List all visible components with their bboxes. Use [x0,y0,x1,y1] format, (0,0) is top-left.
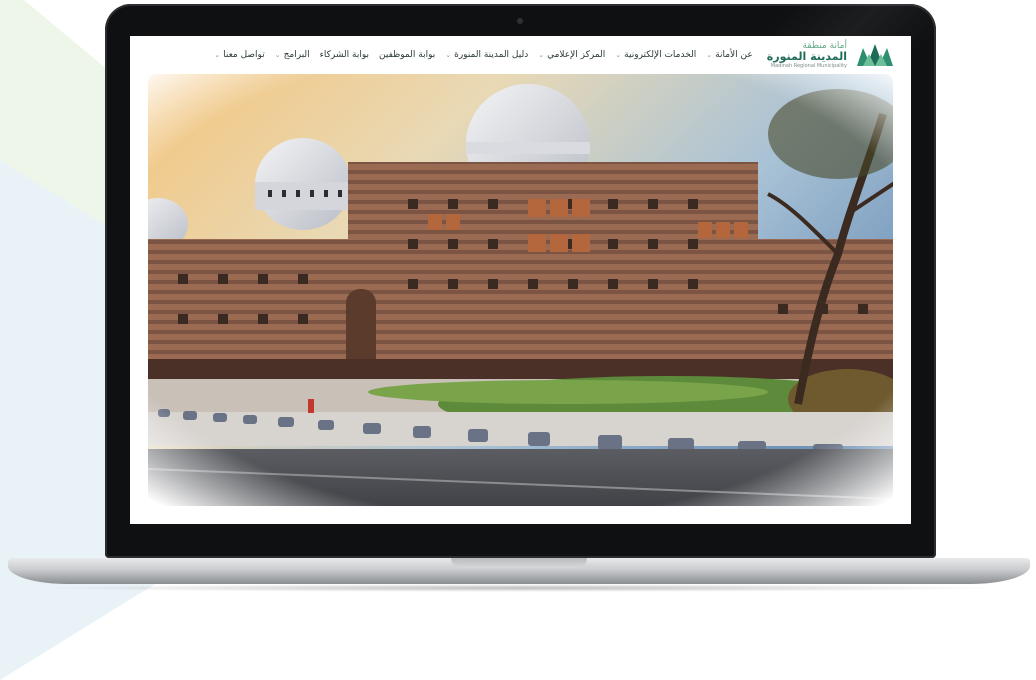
main-nav: عن الأمانة ⌄ الخدمات الإلكترونية ⌄ المرك… [204,50,753,60]
nav-label: دليل المدينة المنورة [454,50,529,60]
nav-label: بوابة الموظفين [379,50,436,60]
chevron-down-icon: ⌄ [615,51,622,59]
hero-image [148,74,893,506]
laptop-screen: أمانة منطقة المدينة المنورة Madinah Regi… [130,36,911,524]
site-header: أمانة منطقة المدينة المنورة Madinah Regi… [130,36,911,74]
nav-item-media-center[interactable]: المركز الإعلامي ⌄ [538,50,605,60]
chevron-down-icon: ⌄ [445,51,452,59]
logo-arabic-line1: أمانة منطقة [802,40,847,51]
logo-arabic-line2: المدينة المنورة [766,49,847,63]
madinah-logo-icon [857,44,893,66]
laptop-base-notch [451,558,587,568]
hero-building-photo [148,74,893,506]
nav-item-about[interactable]: عن الأمانة ⌄ [706,50,752,60]
logo-text: أمانة منطقة المدينة المنورة Madinah Regi… [767,41,847,70]
chevron-down-icon: ⌄ [274,51,281,59]
nav-item-city-guide[interactable]: دليل المدينة المنورة ⌄ [445,50,528,60]
site-logo[interactable]: أمانة منطقة المدينة المنورة Madinah Regi… [767,40,897,70]
chevron-down-icon: ⌄ [706,51,713,59]
nav-label: الخدمات الإلكترونية [624,50,697,60]
nav-item-partners-portal[interactable]: بوابة الشركاء [320,50,369,60]
nav-label: البرامج [283,50,310,60]
laptop-shadow [30,584,1010,592]
nav-label: عن الأمانة [715,50,753,60]
logo-english: Madinah Regional Municipality [770,62,847,69]
nav-item-eservices[interactable]: الخدمات الإلكترونية ⌄ [615,50,696,60]
webcam [517,18,523,24]
nav-item-programs[interactable]: البرامج ⌄ [275,50,310,60]
nav-label: المركز الإعلامي [547,50,606,60]
chevron-down-icon: ⌄ [538,51,545,59]
nav-item-employees-portal[interactable]: بوابة الموظفين [379,50,435,60]
chevron-down-icon: ⌄ [214,51,221,59]
nav-label: تواصل معنا [223,50,265,60]
nav-label: بوابة الشركاء [319,50,369,60]
nav-item-contact[interactable]: تواصل معنا ⌄ [214,50,264,60]
